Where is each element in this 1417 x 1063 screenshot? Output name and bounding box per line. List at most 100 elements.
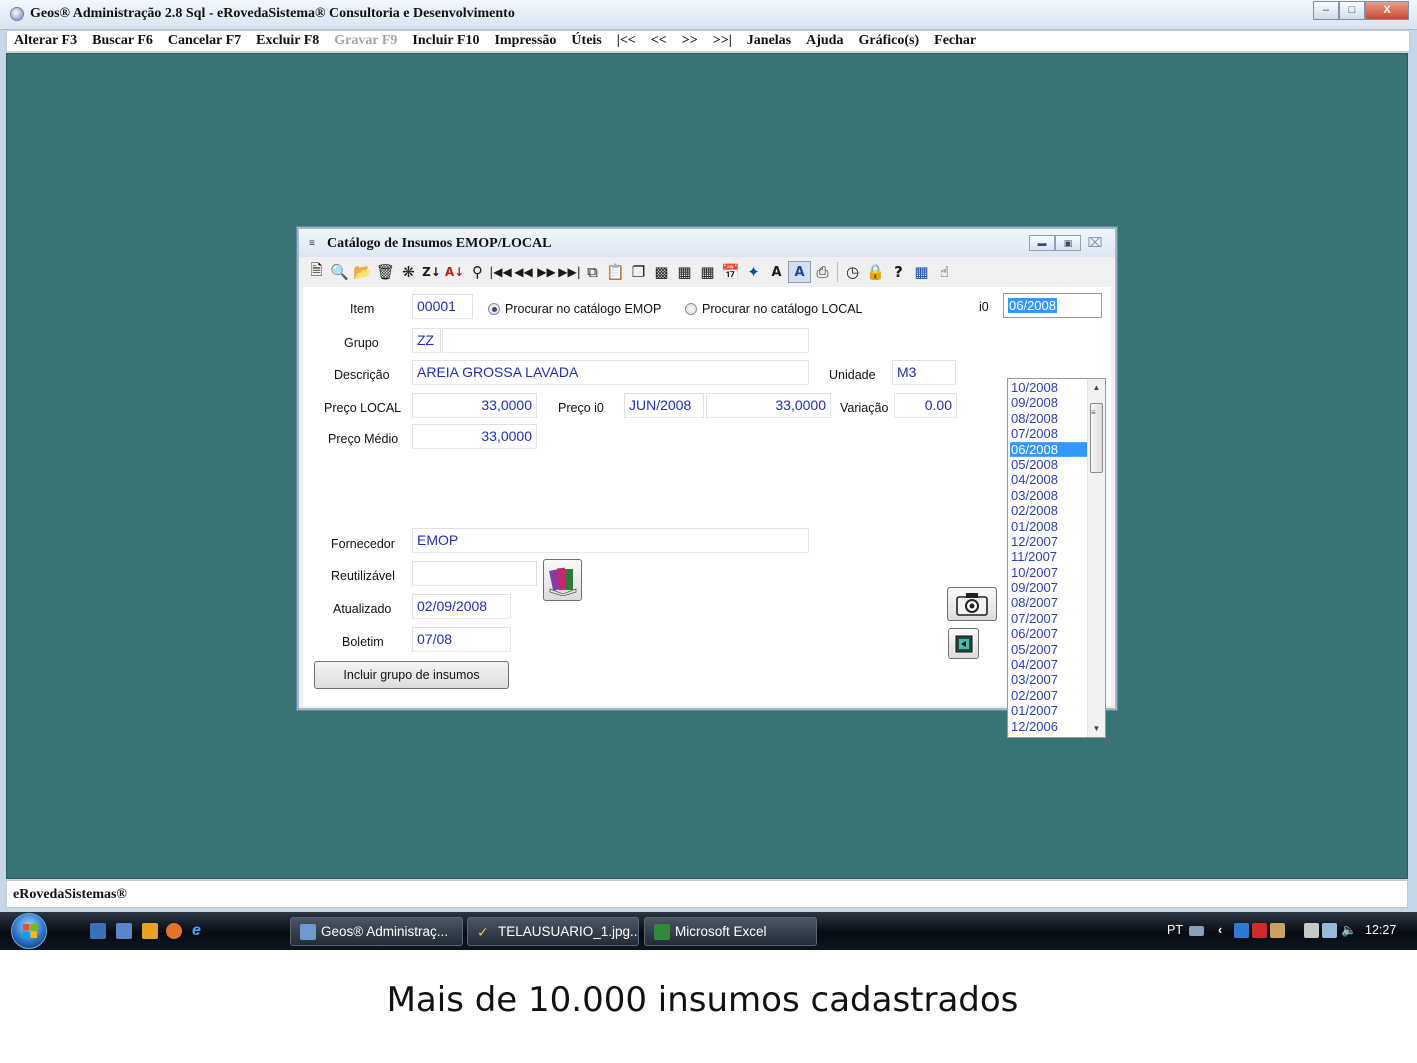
radio-local-dot[interactable] xyxy=(685,303,697,315)
catalog-close-button[interactable]: ⌧ xyxy=(1081,235,1109,251)
tray-app-icon[interactable] xyxy=(1270,923,1285,938)
preco-local-field[interactable]: 33,0000 xyxy=(412,393,537,418)
device-icon[interactable] xyxy=(1304,923,1319,938)
clock-icon[interactable]: ◷ xyxy=(841,261,864,283)
i0-field[interactable]: 06/2008 xyxy=(1003,293,1102,318)
language-indicator[interactable]: PT xyxy=(1167,923,1183,937)
menu-janelas[interactable]: Janelas xyxy=(747,33,791,49)
radio-local[interactable]: Procurar no catálogo LOCAL xyxy=(685,302,863,316)
window-menu-icon[interactable]: ≡ xyxy=(309,238,315,249)
task-telausuario[interactable]: ✓ TELAUSUARIO_1.jpg... xyxy=(467,917,639,946)
task-excel[interactable]: Microsoft Excel xyxy=(644,917,817,946)
first-icon[interactable]: |◀◀ xyxy=(489,261,512,283)
grid-icon[interactable]: ▩ xyxy=(650,261,673,283)
menu-previous-record[interactable]: << xyxy=(651,33,667,49)
calendar-icon[interactable]: 📅 xyxy=(719,261,742,283)
fornecedor-field[interactable]: EMOP xyxy=(412,528,809,553)
menu-excluir[interactable]: Excluir F8 xyxy=(256,33,319,49)
catalog-restore-button[interactable]: ▣ xyxy=(1055,235,1081,251)
period-list-item[interactable]: 05/2008 xyxy=(1010,457,1088,472)
menu-alterar[interactable]: Alterar F3 xyxy=(14,33,77,49)
delete-icon[interactable]: 🗑 xyxy=(374,261,397,283)
descricao-field[interactable]: AREIA GROSSA LAVADA xyxy=(412,360,809,385)
period-list-item[interactable]: 06/2007 xyxy=(1010,626,1088,641)
table-icon[interactable]: ▦ xyxy=(673,261,696,283)
open-icon[interactable]: 📂 xyxy=(351,261,374,283)
maximize-button[interactable]: □ xyxy=(1339,1,1365,20)
period-list-item[interactable]: 11/2007 xyxy=(1010,549,1088,564)
media-player-icon[interactable] xyxy=(142,923,158,939)
period-list-item[interactable]: 10/2007 xyxy=(1010,565,1088,580)
menu-ajuda[interactable]: Ajuda xyxy=(806,33,843,49)
sort-az-icon[interactable]: A↓ xyxy=(443,261,466,283)
menu-uteis[interactable]: Úteis xyxy=(571,33,601,49)
preview-icon[interactable]: 🔍 xyxy=(328,261,351,283)
keyboard-icon[interactable] xyxy=(1189,926,1204,936)
preco-i0-month-field[interactable]: JUN/2008 xyxy=(624,393,704,418)
copy-icon[interactable]: ⧉ xyxy=(581,261,604,283)
catalog-title-bar[interactable]: ≡ Catálogo de Insumos EMOP/LOCAL ▬ ▣ ⌧ xyxy=(299,229,1115,257)
period-listbox[interactable]: 10/2008 09/2008 08/2008 07/2008 06/2008 05/20… xyxy=(1007,378,1106,738)
grupo-description-field[interactable] xyxy=(442,328,809,353)
radio-emop-dot[interactable] xyxy=(488,303,500,315)
filter-icon[interactable]: A xyxy=(788,261,811,283)
scroll-down-icon[interactable]: ▼ xyxy=(1088,720,1105,737)
period-list-item[interactable]: 03/2008 xyxy=(1010,488,1088,503)
period-list-item[interactable]: 02/2008 xyxy=(1010,503,1088,518)
clock[interactable]: 12:27 xyxy=(1365,923,1396,937)
calculator-icon[interactable]: ▦ xyxy=(696,261,719,283)
period-list-item[interactable]: 01/2007 xyxy=(1010,703,1088,718)
menu-next-record[interactable]: >> xyxy=(682,33,698,49)
period-list-item[interactable]: 08/2007 xyxy=(1010,596,1088,611)
title-bar[interactable]: Geos® Administração 2.8 Sql - eRovedaSis… xyxy=(0,0,1417,30)
start-button[interactable] xyxy=(11,913,47,949)
boletim-field[interactable]: 07/08 xyxy=(412,627,511,652)
period-list-item[interactable]: 04/2007 xyxy=(1010,657,1088,672)
period-list-item[interactable]: 07/2008 xyxy=(1010,426,1088,441)
period-list-item[interactable]: 09/2007 xyxy=(1010,580,1088,595)
clear-icon[interactable]: ❋ xyxy=(397,261,420,283)
close-button[interactable]: X xyxy=(1365,1,1409,20)
switch-windows-icon[interactable] xyxy=(116,923,132,939)
show-desktop-icon[interactable] xyxy=(90,923,106,939)
previous-icon[interactable]: ◀◀ xyxy=(512,261,535,283)
menu-first-record[interactable]: |<< xyxy=(617,33,636,49)
radio-emop[interactable]: Procurar no catálogo EMOP xyxy=(488,302,661,316)
tray-expand-icon[interactable]: ‹ xyxy=(1218,923,1222,937)
sort-za-icon[interactable]: Z↓ xyxy=(420,261,443,283)
grupo-code-field[interactable]: ZZ xyxy=(412,328,441,353)
period-list-item[interactable]: 05/2007 xyxy=(1010,642,1088,657)
help-icon[interactable]: ? xyxy=(887,261,910,283)
lock-icon[interactable]: 🔒 xyxy=(864,261,887,283)
period-list-item[interactable]: 08/2008 xyxy=(1010,411,1088,426)
period-scrollbar[interactable]: ▲ ≡ ▼ xyxy=(1087,379,1105,737)
menu-graficos[interactable]: Gráfico(s) xyxy=(858,33,919,49)
font-icon[interactable]: A xyxy=(765,261,788,283)
period-list-item[interactable]: 03/2007 xyxy=(1010,673,1088,688)
menu-last-record[interactable]: >>| xyxy=(713,33,732,49)
tools-icon[interactable]: ✦ xyxy=(742,261,765,283)
include-group-button[interactable]: Incluir grupo de insumos xyxy=(314,661,509,689)
antivirus-icon[interactable] xyxy=(1252,923,1267,938)
menu-cancelar[interactable]: Cancelar F7 xyxy=(168,33,241,49)
period-list-item[interactable]: 06/2008 xyxy=(1010,441,1088,457)
hand-icon[interactable]: ☝ xyxy=(933,261,956,283)
last-icon[interactable]: ▶▶| xyxy=(558,261,581,283)
paste-icon[interactable]: 📋 xyxy=(604,261,627,283)
next-icon[interactable]: ▶▶ xyxy=(535,261,558,283)
catalog-minimize-button[interactable]: ▬ xyxy=(1029,235,1055,251)
preco-i0-field[interactable]: 33,0000 xyxy=(706,393,831,418)
period-list-item[interactable]: 10/2008 xyxy=(1010,380,1088,395)
period-list-item[interactable]: 12/2006 xyxy=(1010,719,1088,734)
task-geos[interactable]: Geos® Administraç... xyxy=(290,917,463,946)
variacao-field[interactable]: 0.00 xyxy=(894,393,957,418)
volume-icon[interactable]: 🔈 xyxy=(1341,923,1357,938)
unidade-field[interactable]: M3 xyxy=(892,360,956,385)
period-list-item[interactable]: 02/2007 xyxy=(1010,688,1088,703)
menu-buscar[interactable]: Buscar F6 xyxy=(92,33,153,49)
menu-fechar[interactable]: Fechar xyxy=(934,33,976,49)
menu-gravar[interactable]: Gravar F9 xyxy=(334,33,397,49)
menu-incluir[interactable]: Incluir F10 xyxy=(412,33,479,49)
period-list-item[interactable]: 04/2008 xyxy=(1010,472,1088,487)
item-field[interactable]: 00001 xyxy=(412,294,473,319)
